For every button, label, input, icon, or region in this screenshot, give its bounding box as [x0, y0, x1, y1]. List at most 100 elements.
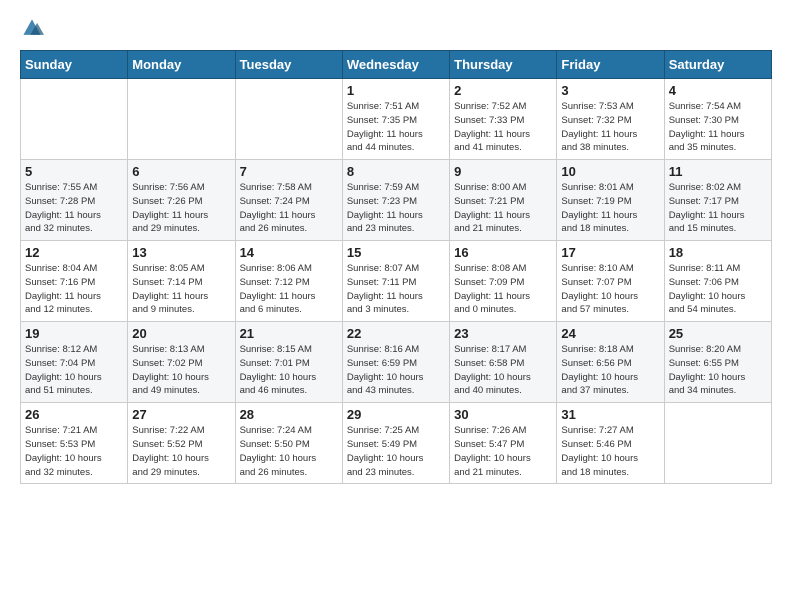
logo-icon	[20, 16, 44, 40]
day-info: Sunrise: 7:59 AM Sunset: 7:23 PM Dayligh…	[347, 181, 445, 236]
day-cell	[664, 403, 771, 484]
column-header-wednesday: Wednesday	[342, 51, 449, 79]
day-info: Sunrise: 7:52 AM Sunset: 7:33 PM Dayligh…	[454, 100, 552, 155]
day-cell: 17 Sunrise: 8:10 AM Sunset: 7:07 PM Dayli…	[557, 241, 664, 322]
day-cell: 20 Sunrise: 8:13 AM Sunset: 7:02 PM Dayli…	[128, 322, 235, 403]
day-number: 2	[454, 83, 552, 98]
day-info: Sunrise: 8:04 AM Sunset: 7:16 PM Dayligh…	[25, 262, 123, 317]
day-info: Sunrise: 8:13 AM Sunset: 7:02 PM Dayligh…	[132, 343, 230, 398]
column-headers: SundayMondayTuesdayWednesdayThursdayFrid…	[21, 51, 772, 79]
day-number: 9	[454, 164, 552, 179]
day-info: Sunrise: 7:53 AM Sunset: 7:32 PM Dayligh…	[561, 100, 659, 155]
day-number: 6	[132, 164, 230, 179]
day-cell: 2 Sunrise: 7:52 AM Sunset: 7:33 PM Daylig…	[450, 79, 557, 160]
day-info: Sunrise: 7:26 AM Sunset: 5:47 PM Dayligh…	[454, 424, 552, 479]
day-number: 19	[25, 326, 123, 341]
week-row-2: 5 Sunrise: 7:55 AM Sunset: 7:28 PM Daylig…	[21, 160, 772, 241]
day-info: Sunrise: 8:16 AM Sunset: 6:59 PM Dayligh…	[347, 343, 445, 398]
day-cell: 12 Sunrise: 8:04 AM Sunset: 7:16 PM Dayli…	[21, 241, 128, 322]
day-cell: 27 Sunrise: 7:22 AM Sunset: 5:52 PM Dayli…	[128, 403, 235, 484]
day-cell: 6 Sunrise: 7:56 AM Sunset: 7:26 PM Daylig…	[128, 160, 235, 241]
day-number: 11	[669, 164, 767, 179]
day-number: 5	[25, 164, 123, 179]
day-cell: 23Sunrise: 8:17 AM Sunset: 6:58 PM Dayli…	[450, 322, 557, 403]
header	[20, 16, 772, 40]
day-info: Sunrise: 8:06 AM Sunset: 7:12 PM Dayligh…	[240, 262, 338, 317]
day-cell	[235, 79, 342, 160]
column-header-saturday: Saturday	[664, 51, 771, 79]
column-header-friday: Friday	[557, 51, 664, 79]
week-row-4: 19 Sunrise: 8:12 AM Sunset: 7:04 PM Dayli…	[21, 322, 772, 403]
day-number: 26	[25, 407, 123, 422]
day-number: 15	[347, 245, 445, 260]
column-header-sunday: Sunday	[21, 51, 128, 79]
day-info: Sunrise: 7:51 AM Sunset: 7:35 PM Dayligh…	[347, 100, 445, 155]
day-number: 28	[240, 407, 338, 422]
day-info: Sunrise: 7:22 AM Sunset: 5:52 PM Dayligh…	[132, 424, 230, 479]
day-cell: 4 Sunrise: 7:54 AM Sunset: 7:30 PM Daylig…	[664, 79, 771, 160]
day-cell: 1Sunrise: 7:51 AM Sunset: 7:35 PM Daylig…	[342, 79, 449, 160]
day-info: Sunrise: 8:07 AM Sunset: 7:11 PM Dayligh…	[347, 262, 445, 317]
day-number: 18	[669, 245, 767, 260]
day-cell	[128, 79, 235, 160]
day-info: Sunrise: 8:00 AM Sunset: 7:21 PM Dayligh…	[454, 181, 552, 236]
day-number: 29	[347, 407, 445, 422]
day-cell: 30 Sunrise: 7:26 AM Sunset: 5:47 PM Dayli…	[450, 403, 557, 484]
day-number: 25	[669, 326, 767, 341]
day-cell: 18 Sunrise: 8:11 AM Sunset: 7:06 PM Dayli…	[664, 241, 771, 322]
day-number: 23	[454, 326, 552, 341]
day-cell: 24Sunrise: 8:18 AM Sunset: 6:56 PM Dayli…	[557, 322, 664, 403]
day-cell: 28Sunrise: 7:24 AM Sunset: 5:50 PM Dayli…	[235, 403, 342, 484]
day-info: Sunrise: 8:02 AM Sunset: 7:17 PM Dayligh…	[669, 181, 767, 236]
day-number: 12	[25, 245, 123, 260]
day-cell: 10 Sunrise: 8:01 AM Sunset: 7:19 PM Dayli…	[557, 160, 664, 241]
day-info: Sunrise: 8:20 AM Sunset: 6:55 PM Dayligh…	[669, 343, 767, 398]
day-info: Sunrise: 8:18 AM Sunset: 6:56 PM Dayligh…	[561, 343, 659, 398]
week-row-5: 26 Sunrise: 7:21 AM Sunset: 5:53 PM Dayli…	[21, 403, 772, 484]
day-number: 7	[240, 164, 338, 179]
day-info: Sunrise: 7:56 AM Sunset: 7:26 PM Dayligh…	[132, 181, 230, 236]
day-cell: 7Sunrise: 7:58 AM Sunset: 7:24 PM Daylig…	[235, 160, 342, 241]
day-cell: 22Sunrise: 8:16 AM Sunset: 6:59 PM Dayli…	[342, 322, 449, 403]
day-number: 16	[454, 245, 552, 260]
day-cell: 3 Sunrise: 7:53 AM Sunset: 7:32 PM Daylig…	[557, 79, 664, 160]
column-header-tuesday: Tuesday	[235, 51, 342, 79]
day-cell: 13Sunrise: 8:05 AM Sunset: 7:14 PM Dayli…	[128, 241, 235, 322]
week-row-3: 12 Sunrise: 8:04 AM Sunset: 7:16 PM Dayli…	[21, 241, 772, 322]
day-info: Sunrise: 7:25 AM Sunset: 5:49 PM Dayligh…	[347, 424, 445, 479]
day-info: Sunrise: 8:10 AM Sunset: 7:07 PM Dayligh…	[561, 262, 659, 317]
day-number: 30	[454, 407, 552, 422]
day-cell	[21, 79, 128, 160]
day-info: Sunrise: 8:08 AM Sunset: 7:09 PM Dayligh…	[454, 262, 552, 317]
day-number: 20	[132, 326, 230, 341]
column-header-thursday: Thursday	[450, 51, 557, 79]
day-number: 21	[240, 326, 338, 341]
day-cell: 5 Sunrise: 7:55 AM Sunset: 7:28 PM Daylig…	[21, 160, 128, 241]
day-cell: 29 Sunrise: 7:25 AM Sunset: 5:49 PM Dayli…	[342, 403, 449, 484]
day-number: 14	[240, 245, 338, 260]
day-cell: 14 Sunrise: 8:06 AM Sunset: 7:12 PM Dayli…	[235, 241, 342, 322]
day-cell: 8 Sunrise: 7:59 AM Sunset: 7:23 PM Daylig…	[342, 160, 449, 241]
day-info: Sunrise: 7:21 AM Sunset: 5:53 PM Dayligh…	[25, 424, 123, 479]
day-info: Sunrise: 8:05 AM Sunset: 7:14 PM Dayligh…	[132, 262, 230, 317]
calendar-table: SundayMondayTuesdayWednesdayThursdayFrid…	[20, 50, 772, 484]
day-info: Sunrise: 7:54 AM Sunset: 7:30 PM Dayligh…	[669, 100, 767, 155]
day-cell: 21Sunrise: 8:15 AM Sunset: 7:01 PM Dayli…	[235, 322, 342, 403]
day-info: Sunrise: 7:55 AM Sunset: 7:28 PM Dayligh…	[25, 181, 123, 236]
day-number: 17	[561, 245, 659, 260]
day-info: Sunrise: 7:27 AM Sunset: 5:46 PM Dayligh…	[561, 424, 659, 479]
day-cell: 31Sunrise: 7:27 AM Sunset: 5:46 PM Dayli…	[557, 403, 664, 484]
day-number: 3	[561, 83, 659, 98]
day-number: 10	[561, 164, 659, 179]
day-cell: 26 Sunrise: 7:21 AM Sunset: 5:53 PM Dayli…	[21, 403, 128, 484]
day-cell: 19 Sunrise: 8:12 AM Sunset: 7:04 PM Dayli…	[21, 322, 128, 403]
week-row-1: 1Sunrise: 7:51 AM Sunset: 7:35 PM Daylig…	[21, 79, 772, 160]
column-header-monday: Monday	[128, 51, 235, 79]
day-number: 27	[132, 407, 230, 422]
day-info: Sunrise: 8:12 AM Sunset: 7:04 PM Dayligh…	[25, 343, 123, 398]
day-number: 8	[347, 164, 445, 179]
day-number: 4	[669, 83, 767, 98]
day-info: Sunrise: 8:01 AM Sunset: 7:19 PM Dayligh…	[561, 181, 659, 236]
day-info: Sunrise: 8:11 AM Sunset: 7:06 PM Dayligh…	[669, 262, 767, 317]
logo	[20, 16, 48, 40]
